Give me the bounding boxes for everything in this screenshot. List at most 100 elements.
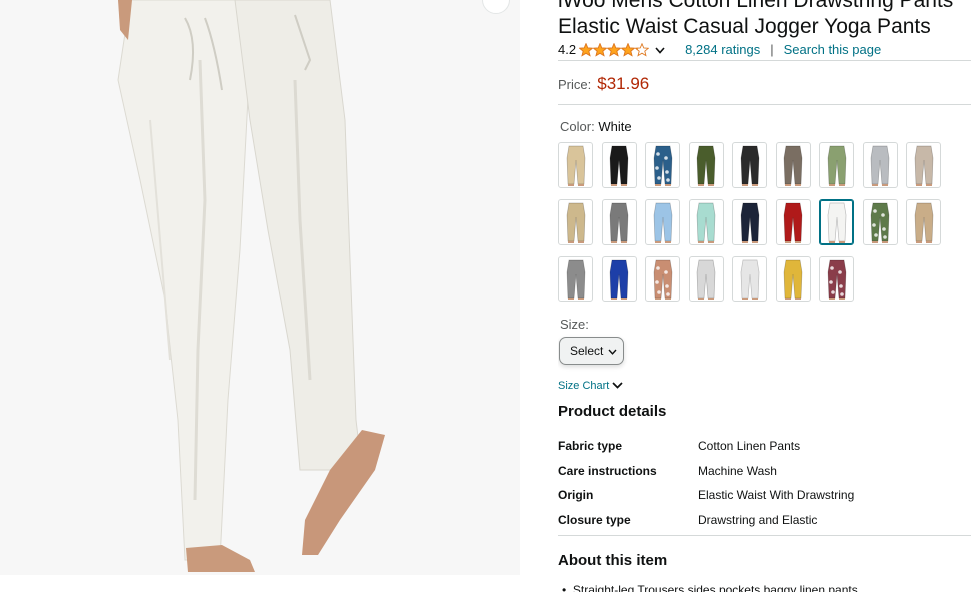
color-row: Color: White [560,119,632,134]
size-chart-label: Size Chart [558,380,610,392]
product-details-key: Fabric type [558,439,623,454]
rating-value: 4.2 [558,42,577,57]
color-swatch[interactable] [775,256,811,302]
chevron-down-icon[interactable] [655,42,665,57]
product-details-table: Fabric type Cotton Linen Pants Care instru… [558,434,971,532]
size-label: Size: [560,317,589,332]
about-item-bullet: • Straight-leg Trousers sides pockets ba… [562,583,858,592]
product-title-line2: Elastic Waist Casual Jogger Yoga Pants [558,15,931,38]
size-chart-link[interactable]: Size Chart [558,380,623,392]
pants-thumbnail-icon [740,259,759,300]
pants-thumbnail-icon [653,145,672,186]
color-swatch[interactable] [601,256,637,302]
color-swatch[interactable] [906,142,941,188]
bullet-icon: • [562,583,573,592]
color-swatch[interactable] [645,199,680,245]
product-title-line1: iWoo Mens Cotton Linen Drawstring Pants [558,0,954,12]
product-image-panel[interactable] [0,0,520,575]
color-swatch[interactable] [819,142,854,188]
pants-thumbnail-icon [566,259,585,300]
product-details-panel: iWoo Mens Cotton Linen Drawstring Pants … [558,0,971,592]
color-swatch[interactable] [688,142,724,188]
product-photo [0,0,520,575]
rating-row: 4.2 8,284 ratings | Search this page [558,42,881,57]
color-swatch[interactable] [862,142,898,188]
pants-thumbnail-icon [827,202,846,243]
pants-thumbnail-icon [783,145,803,186]
product-details-value: Cotton Linen Pants [698,439,801,454]
pants-thumbnail-icon [653,259,672,300]
chevron-down-icon [608,344,617,358]
color-swatch[interactable] [558,142,593,188]
color-swatch-grid [558,142,948,302]
color-swatch[interactable] [775,142,811,188]
selected-color-value: White [598,119,632,134]
pants-thumbnail-icon [870,145,890,186]
pants-thumbnail-icon [609,259,629,300]
pants-thumbnail-icon [914,202,933,243]
product-details-heading: Product details [558,403,667,420]
pants-thumbnail-icon [696,259,716,300]
product-details-row: Closure type Drawstring and Elastic [558,508,971,533]
pants-thumbnail-icon [914,145,933,186]
color-swatch[interactable] [558,256,593,302]
star-icon [635,42,650,57]
pants-thumbnail-icon [609,145,629,186]
star-icon [593,42,608,57]
ratings-count-link[interactable]: 8,284 ratings [685,42,760,57]
product-details-key: Closure type [558,512,631,527]
product-details-value: Machine Wash [698,463,777,478]
pants-thumbnail-icon [609,202,629,243]
color-label: Color: [560,119,595,134]
pants-thumbnail-icon [696,145,716,186]
color-swatch[interactable] [558,199,593,245]
pants-thumbnail-icon [566,202,585,243]
star-icon [579,42,594,57]
product-details-key: Care instructions [558,463,657,478]
star-icon [621,42,636,57]
product-details-row: Fabric type Cotton Linen Pants [558,434,971,459]
rating-separator: | [770,42,774,57]
color-swatch[interactable] [819,256,854,302]
color-swatch[interactable] [775,199,811,245]
product-details-row: Care instructions Machine Wash [558,459,971,484]
color-swatch[interactable] [819,199,854,245]
color-swatch[interactable] [645,142,680,188]
color-swatch[interactable] [732,256,767,302]
size-dropdown[interactable]: Select [559,337,624,365]
about-item-bullet-text: Straight-leg Trousers sides pockets bagg… [572,583,858,592]
color-swatch[interactable] [645,256,680,302]
pants-thumbnail-icon [870,202,890,243]
product-details-value: Drawstring and Elastic [698,512,818,527]
color-swatch[interactable] [601,199,637,245]
product-details-key: Origin [558,488,594,503]
divider [558,535,971,536]
star-icon [607,42,622,57]
color-swatch[interactable] [732,199,767,245]
color-swatch[interactable] [862,199,898,245]
color-swatch[interactable] [732,142,767,188]
pants-thumbnail-icon [740,145,759,186]
pants-thumbnail-icon [783,202,803,243]
divider [558,60,971,61]
pants-thumbnail-icon [827,259,846,300]
chevron-down-icon [612,380,623,392]
pants-thumbnail-icon [653,202,672,243]
color-swatch[interactable] [688,256,724,302]
pants-thumbnail-icon [696,202,716,243]
search-this-page-link[interactable]: Search this page [784,42,882,57]
price-row: Price: $31.96 [558,74,649,94]
about-item-heading: About this item [558,552,668,569]
size-dropdown-value: Select [570,344,604,358]
price-value: $31.96 [597,74,650,93]
color-swatch[interactable] [601,142,637,188]
star-rating-icon[interactable] [579,42,650,57]
pants-thumbnail-icon [783,259,803,300]
color-swatch[interactable] [906,199,941,245]
pants-thumbnail-icon [827,145,846,186]
product-details-value: Elastic Waist With Drawstring [698,488,855,503]
product-details-row: Origin Elastic Waist With Drawstring [558,483,971,508]
product-title: iWoo Mens Cotton Linen Drawstring Pants … [558,0,971,40]
pants-thumbnail-icon [740,202,759,243]
color-swatch[interactable] [688,199,724,245]
